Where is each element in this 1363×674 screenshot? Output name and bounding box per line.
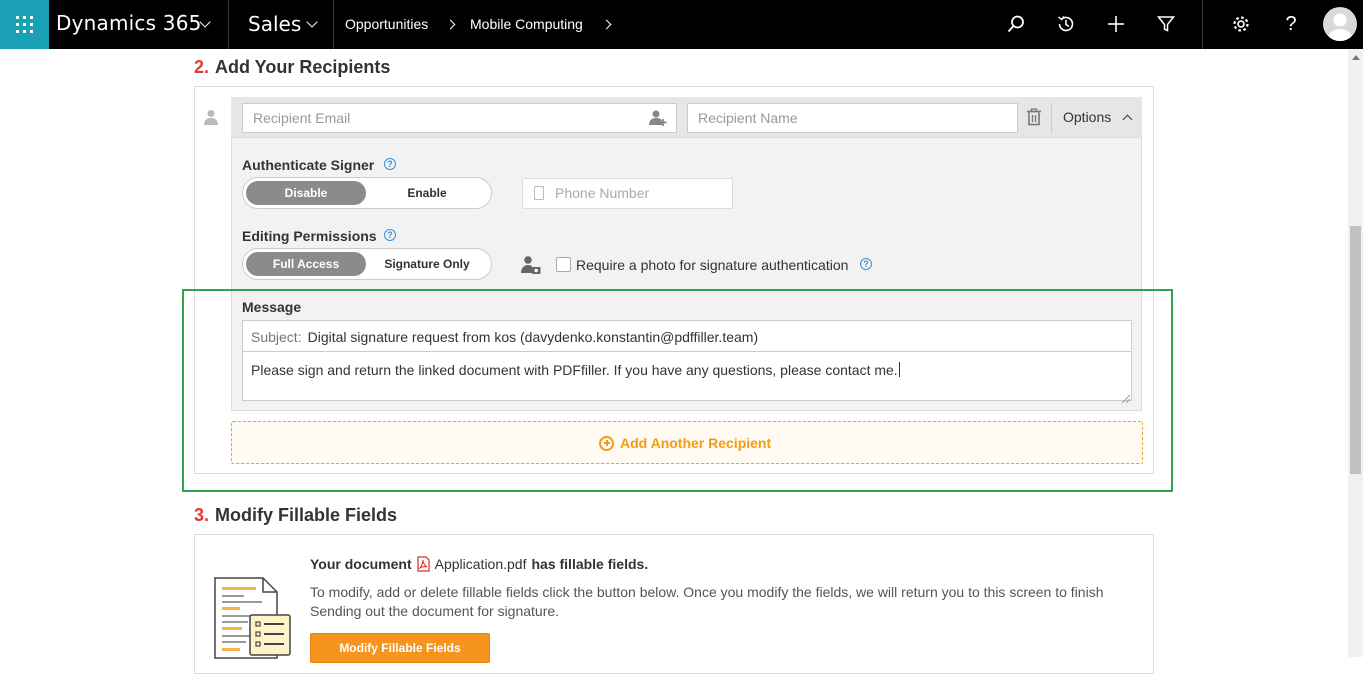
brand-title[interactable]: Dynamics 365	[56, 11, 202, 35]
plus-icon[interactable]	[1105, 13, 1127, 35]
recipient-name-input[interactable]: Recipient Name	[687, 103, 1018, 133]
section-title: Add Your Recipients	[215, 57, 391, 77]
section-heading-fillable: 3. Modify Fillable Fields	[194, 505, 397, 526]
section-title: Modify Fillable Fields	[215, 505, 398, 525]
phone-number-placeholder: Phone Number	[555, 185, 650, 201]
scroll-up-arrow[interactable]	[1352, 55, 1360, 60]
scrollbar-thumb[interactable]	[1350, 226, 1361, 474]
breadcrumb-opportunities[interactable]: Opportunities	[345, 16, 428, 32]
help-icon[interactable]: ?	[384, 229, 396, 241]
your-document-line: Your document Application.pdf has fillab…	[310, 556, 648, 572]
fillable-description: To modify, add or delete fillable fields…	[310, 584, 1104, 619]
history-icon[interactable]	[1055, 13, 1077, 35]
photo-person-icon	[521, 255, 541, 280]
divider	[1051, 103, 1052, 133]
has-fields-label: has fillable fields.	[531, 556, 649, 572]
require-photo-label[interactable]: Require a photo for signature authentica…	[576, 257, 848, 273]
add-contact-icon[interactable]	[649, 109, 667, 132]
require-photo-checkbox[interactable]	[556, 257, 571, 272]
app-name[interactable]: Sales	[248, 12, 301, 36]
modify-fillable-fields-button[interactable]: Modify Fillable Fields	[310, 633, 490, 663]
enable-option[interactable]: Enable	[366, 181, 488, 205]
phone-number-input[interactable]: Phone Number	[522, 178, 733, 209]
document-checklist-icon	[214, 577, 294, 664]
chevron-right-icon	[445, 19, 456, 30]
phone-icon	[534, 186, 544, 200]
recipient-email-input[interactable]: Recipient Email	[242, 103, 677, 133]
person-icon	[204, 109, 218, 130]
search-icon[interactable]	[1005, 13, 1027, 35]
avatar[interactable]	[1323, 7, 1357, 41]
full-access-option[interactable]: Full Access	[246, 252, 366, 276]
authenticate-signer-label: Authenticate Signer	[242, 157, 375, 173]
divider	[228, 0, 229, 49]
app-launcher-button[interactable]	[0, 0, 49, 49]
help-icon[interactable]: ?	[1280, 13, 1302, 35]
signature-only-option[interactable]: Signature Only	[366, 252, 488, 276]
pdf-icon	[417, 556, 430, 572]
section-number: 3.	[194, 505, 210, 525]
breadcrumb-mobile-computing[interactable]: Mobile Computing	[470, 16, 583, 32]
editing-permissions-label: Editing Permissions	[242, 228, 377, 244]
trash-icon[interactable]	[1026, 108, 1042, 131]
filter-icon[interactable]	[1155, 13, 1177, 35]
authenticate-signer-toggle: Disable Enable	[242, 177, 492, 209]
disable-option[interactable]: Disable	[246, 181, 366, 205]
options-toggle[interactable]: Options	[1063, 109, 1111, 125]
your-document-label: Your document	[310, 556, 412, 572]
help-icon[interactable]: ?	[860, 258, 872, 270]
recipient-email-placeholder: Recipient Email	[253, 110, 351, 126]
section-number: 2.	[194, 57, 210, 77]
recipient-name-placeholder: Recipient Name	[698, 110, 798, 126]
chevron-right-icon[interactable]	[601, 19, 612, 30]
editing-permissions-toggle: Full Access Signature Only	[242, 248, 492, 280]
section-heading-recipients: 2. Add Your Recipients	[194, 57, 390, 78]
divider	[333, 0, 334, 49]
divider	[1202, 0, 1203, 49]
help-icon[interactable]: ?	[384, 158, 396, 170]
waffle-icon	[16, 16, 33, 33]
chevron-down-icon[interactable]	[306, 16, 318, 28]
gear-icon[interactable]	[1230, 13, 1252, 35]
top-nav-bar: Dynamics 365 Sales Opportunities Mobile …	[0, 0, 1363, 49]
document-filename[interactable]: Application.pdf	[435, 556, 527, 572]
highlight-box	[182, 289, 1173, 492]
